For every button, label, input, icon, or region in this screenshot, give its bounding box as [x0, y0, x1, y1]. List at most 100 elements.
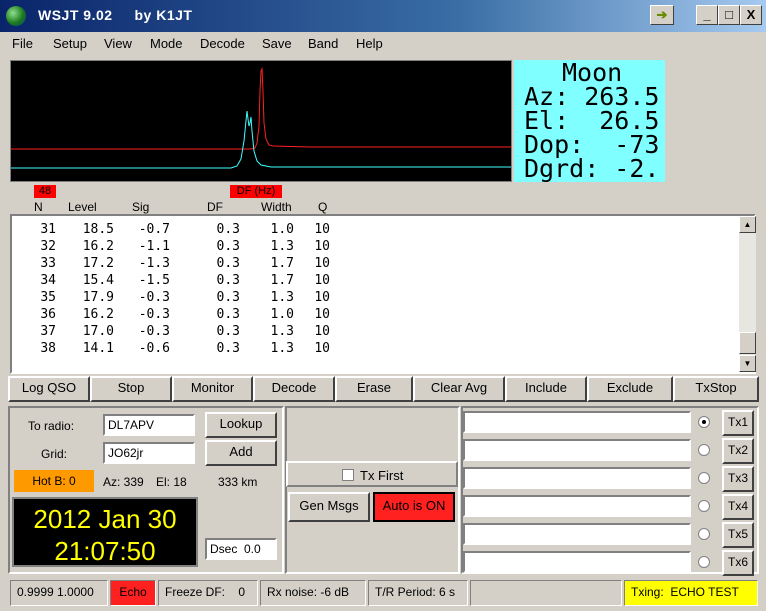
- menu-view[interactable]: View: [104, 36, 132, 51]
- menu-file[interactable]: File: [12, 36, 33, 51]
- tx-first-checkbox[interactable]: [342, 469, 354, 481]
- table-cell-q: 10: [314, 341, 330, 356]
- add-button[interactable]: Add: [205, 440, 277, 466]
- table-scrollbar[interactable]: ▲ ▼: [739, 216, 756, 372]
- table-cell-q: 10: [314, 273, 330, 288]
- status-mode: Echo: [110, 580, 156, 606]
- table-row: 34 15.4 -1.5 0.3 1.7 10: [12, 273, 732, 290]
- table-cell-sig: -1.5: [138, 273, 170, 288]
- tx-select-radio-6[interactable]: [698, 556, 710, 568]
- table-cell-df: 0.3: [216, 239, 240, 254]
- minimize-button[interactable]: _: [696, 5, 718, 25]
- menu-mode[interactable]: Mode: [150, 36, 183, 51]
- clear-avg-button[interactable]: Clear Avg: [413, 376, 505, 402]
- tx6-button[interactable]: Tx6: [722, 550, 754, 576]
- table-cell-n: 33: [40, 256, 56, 271]
- tx-message-input-3[interactable]: [463, 467, 691, 489]
- menu-save[interactable]: Save: [262, 36, 292, 51]
- grid-input[interactable]: JO62jr: [103, 442, 195, 464]
- tx-message-input-4[interactable]: [463, 495, 691, 517]
- tx3-button[interactable]: Tx3: [722, 466, 754, 492]
- results-table[interactable]: 31 18.5 -0.7 0.3 1.0 10 32 16.2 -1.1 0.3 1.3 10 33 17…: [10, 214, 756, 374]
- erase-button[interactable]: Erase: [335, 376, 413, 402]
- tx-select-radio-1[interactable]: [698, 416, 710, 428]
- include-button[interactable]: Include: [505, 376, 587, 402]
- table-cell-df: 0.3: [216, 256, 240, 271]
- table-cell-df: 0.3: [216, 307, 240, 322]
- scroll-thumb[interactable]: [739, 332, 756, 354]
- status-rx-noise: Rx noise: -6 dB: [260, 580, 366, 606]
- menu-setup[interactable]: Setup: [53, 36, 87, 51]
- arrow-right-icon[interactable]: ➔: [650, 5, 674, 25]
- table-row: 31 18.5 -0.7 0.3 1.0 10: [12, 222, 732, 239]
- col-sig: Sig: [132, 200, 150, 214]
- table-cell-n: 31: [40, 222, 56, 237]
- table-cell-level: 15.4: [82, 273, 114, 288]
- station-el: El: 18: [156, 475, 187, 489]
- status-tr-period: T/R Period: 6 s: [368, 580, 468, 606]
- tx-message-input-2[interactable]: [463, 439, 691, 461]
- monitor-button[interactable]: Monitor: [172, 376, 253, 402]
- lookup-button[interactable]: Lookup: [205, 412, 277, 438]
- tx2-button[interactable]: Tx2: [722, 438, 754, 464]
- table-cell-df: 0.3: [216, 273, 240, 288]
- moon-panel: Moon Az: 263.5 El: 26.5 Dop: -73 Dgrd: -…: [514, 60, 665, 182]
- table-row: 32 16.2 -1.1 0.3 1.3 10: [12, 239, 732, 256]
- red-spectrum-trace: [11, 67, 511, 150]
- table-cell-level: 17.2: [82, 256, 114, 271]
- tx-select-radio-3[interactable]: [698, 472, 710, 484]
- menu-band[interactable]: Band: [308, 36, 338, 51]
- table-cell-df: 0.3: [216, 341, 240, 356]
- scroll-up-icon[interactable]: ▲: [739, 216, 756, 233]
- cyan-spectrum-trace: [11, 110, 511, 169]
- col-df: DF: [207, 200, 223, 214]
- auto-toggle-button[interactable]: Auto is ON: [373, 492, 455, 522]
- gen-msgs-button[interactable]: Gen Msgs: [288, 492, 370, 522]
- table-cell-width: 1.0: [270, 222, 294, 237]
- utc-clock: 2012 Jan 30 21:07:50: [12, 497, 198, 567]
- tx-message-input-6[interactable]: [463, 551, 691, 573]
- tx-select-radio-4[interactable]: [698, 500, 710, 512]
- globe-icon: [6, 6, 26, 26]
- table-row: 37 17.0 -0.3 0.3 1.3 10: [12, 324, 732, 341]
- table-cell-n: 34: [40, 273, 56, 288]
- table-cell-width: 1.7: [270, 273, 294, 288]
- tx-select-radio-5[interactable]: [698, 528, 710, 540]
- menu-help[interactable]: Help: [356, 36, 383, 51]
- table-cell-width: 1.3: [270, 239, 294, 254]
- table-cell-level: 14.1: [82, 341, 114, 356]
- table-cell-sig: -0.3: [138, 290, 170, 305]
- status-blank: [470, 580, 622, 606]
- table-cell-width: 1.7: [270, 256, 294, 271]
- tx-first-label: Tx First: [360, 468, 404, 483]
- decode-button[interactable]: Decode: [253, 376, 335, 402]
- tx1-button[interactable]: Tx1: [722, 410, 754, 436]
- table-row: 36 16.2 -0.3 0.3 1.0 10: [12, 307, 732, 324]
- tx-select-radio-2[interactable]: [698, 444, 710, 456]
- tx-message-input-1[interactable]: [463, 411, 691, 433]
- txstop-button[interactable]: TxStop: [673, 376, 759, 402]
- scroll-down-icon[interactable]: ▼: [739, 355, 756, 372]
- log-qso-button[interactable]: Log QSO: [8, 376, 90, 402]
- table-cell-q: 10: [314, 222, 330, 237]
- stop-button[interactable]: Stop: [90, 376, 172, 402]
- n-indicator: 48: [34, 185, 56, 198]
- menu-decode[interactable]: Decode: [200, 36, 245, 51]
- to-radio-input[interactable]: DL7APV: [103, 414, 195, 436]
- table-cell-level: 18.5: [82, 222, 114, 237]
- table-cell-df: 0.3: [216, 324, 240, 339]
- table-cell-n: 37: [40, 324, 56, 339]
- exclude-button[interactable]: Exclude: [587, 376, 673, 402]
- close-button[interactable]: X: [740, 5, 762, 25]
- spectrum-display[interactable]: [10, 60, 512, 182]
- grid-label: Grid:: [41, 447, 68, 461]
- table-cell-n: 32: [40, 239, 56, 254]
- tx5-button[interactable]: Tx5: [722, 522, 754, 548]
- table-cell-q: 10: [314, 324, 330, 339]
- maximize-button[interactable]: □: [718, 5, 740, 25]
- tx4-button[interactable]: Tx4: [722, 494, 754, 520]
- tx-message-input-5[interactable]: [463, 523, 691, 545]
- col-level: Level: [68, 200, 97, 214]
- table-cell-level: 17.0: [82, 324, 114, 339]
- table-cell-sig: -1.1: [138, 239, 170, 254]
